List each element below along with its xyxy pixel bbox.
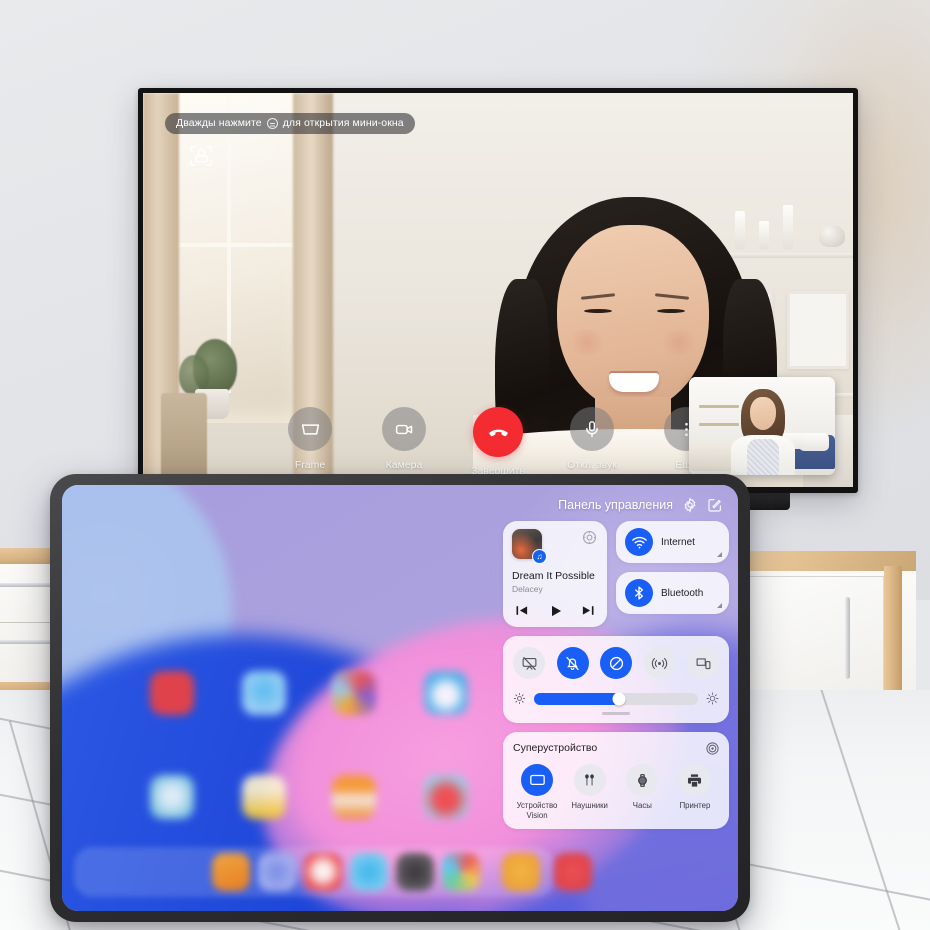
- device-vision[interactable]: Устройство Vision: [513, 764, 561, 820]
- tooltip-text-before: Дважды нажмите: [176, 117, 262, 129]
- next-track-button[interactable]: [581, 603, 596, 618]
- device-label: Часы: [632, 801, 652, 810]
- scan-devices-icon[interactable]: [705, 741, 720, 756]
- track-title: Dream It Possible: [512, 570, 595, 582]
- microphone-icon[interactable]: [570, 407, 614, 451]
- control-panel-top-row: ♫ Dream It Possible Delacey Internet Blu…: [503, 521, 729, 627]
- call-control-label: Frame: [294, 459, 326, 471]
- device-label: Устройство Vision: [516, 801, 558, 820]
- cast-icon[interactable]: [581, 529, 598, 546]
- device-earbuds[interactable]: Наушники: [566, 764, 614, 820]
- screen-cast-off-icon[interactable]: [513, 647, 545, 679]
- printer-icon: [678, 764, 711, 796]
- picture-in-picture-preview[interactable]: [689, 377, 835, 475]
- quick-settings-card: [503, 636, 729, 723]
- hotspot-icon[interactable]: [643, 647, 676, 679]
- expand-corner-icon[interactable]: [717, 603, 722, 608]
- track-artist: Delacey: [512, 584, 543, 594]
- device-label: Наушники: [571, 801, 608, 810]
- app-icon-health[interactable]: [424, 775, 468, 819]
- internet-toggle[interactable]: Internet: [616, 521, 729, 563]
- control-panel: Панель управления ♫ Dream It Possible De…: [503, 493, 729, 830]
- panel-drag-handle[interactable]: [602, 712, 630, 715]
- call-control-label: Камера: [385, 459, 423, 471]
- wifi-icon: [625, 528, 653, 556]
- remote-button-icon: [266, 117, 278, 129]
- tv-screen: Дважды нажмите для открытия мини-окна Fr…: [143, 93, 853, 487]
- music-player-card[interactable]: ♫ Dream It Possible Delacey: [503, 521, 607, 627]
- multi-screen-icon[interactable]: [687, 647, 719, 679]
- super-device-list: Устройство Vision Наушники Часы Принтер: [513, 764, 719, 820]
- sun-high-icon: [706, 692, 719, 705]
- call-control-mute[interactable]: Откл. звук: [558, 407, 626, 471]
- camera-icon[interactable]: [382, 407, 426, 451]
- call-control-end[interactable]: Завершить: [464, 407, 532, 477]
- tablet-screen: Панель управления ♫ Dream It Possible De…: [62, 485, 738, 911]
- bluetooth-toggle-label: Bluetooth: [661, 587, 704, 599]
- page-title: Панель управления: [558, 498, 673, 512]
- sun-low-icon: [513, 692, 526, 705]
- app-icon-multicolor[interactable]: [332, 671, 376, 715]
- super-device-title: Суперустройство: [513, 742, 598, 754]
- dock-icon-gallery[interactable]: [442, 853, 480, 891]
- connectivity-toggles: Internet Bluetooth: [616, 521, 729, 627]
- control-panel-header: Панель управления: [503, 493, 729, 521]
- call-control-label: Откл. звук: [567, 459, 617, 471]
- display-icon: [521, 764, 553, 796]
- play-button[interactable]: [548, 603, 563, 618]
- gear-icon[interactable]: [682, 497, 698, 513]
- brightness-row: [513, 692, 719, 705]
- app-icon-yellow[interactable]: [242, 775, 286, 819]
- dock-icon-red[interactable]: [304, 853, 342, 891]
- earbuds-icon: [573, 764, 606, 796]
- mini-window-tooltip: Дважды нажмите для открытия мини-окна: [165, 113, 415, 134]
- quick-toggle-row: [513, 647, 719, 679]
- call-control-frame[interactable]: Frame: [276, 407, 344, 471]
- tooltip-text-after: для открытия мини-окна: [282, 117, 404, 129]
- device-printer[interactable]: Принтер: [671, 764, 719, 820]
- app-icon-cloud[interactable]: [424, 671, 468, 715]
- dock-icon-amber[interactable]: [502, 853, 540, 891]
- tablet-device: Панель управления ♫ Dream It Possible De…: [50, 474, 750, 922]
- brightness-slider[interactable]: [534, 692, 698, 705]
- app-icon-teal[interactable]: [150, 775, 194, 819]
- room-scene: Дважды нажмите для открытия мини-окна Fr…: [0, 0, 930, 930]
- frame-capture-icon[interactable]: [188, 143, 214, 169]
- device-watch[interactable]: Часы: [618, 764, 666, 820]
- dock-icon-dark[interactable]: [396, 853, 434, 891]
- dock-icon-orange-play[interactable]: [212, 853, 250, 891]
- device-label: Принтер: [679, 801, 711, 810]
- edit-pencil-icon[interactable]: [707, 497, 723, 513]
- expand-corner-icon[interactable]: [717, 552, 722, 557]
- dock-icon-crimson[interactable]: [554, 853, 592, 891]
- bluetooth-icon: [625, 579, 653, 607]
- bell-mute-icon[interactable]: [556, 647, 589, 679]
- dock-icon-cyan[interactable]: [350, 853, 388, 891]
- frame-icon[interactable]: [288, 407, 332, 451]
- music-note-icon: ♫: [532, 549, 547, 564]
- previous-track-button[interactable]: [514, 603, 529, 618]
- watch-icon: [626, 764, 659, 796]
- bluetooth-toggle[interactable]: Bluetooth: [616, 572, 729, 614]
- do-not-disturb-icon[interactable]: [600, 647, 632, 679]
- internet-toggle-label: Internet: [661, 536, 695, 548]
- app-icon-blue-light[interactable]: [242, 671, 286, 715]
- app-icon-red[interactable]: [150, 671, 194, 715]
- album-art: ♫: [512, 529, 547, 564]
- call-control-camera[interactable]: Камера: [370, 407, 438, 471]
- television: Дважды нажмите для открытия мини-окна Fr…: [138, 88, 858, 493]
- end-call-icon[interactable]: [473, 407, 523, 457]
- app-icon-orange[interactable]: [332, 775, 376, 819]
- super-device-card: Суперустройство Устройство Vision Наушни…: [503, 732, 729, 830]
- dock-icon-periwinkle[interactable]: [258, 853, 296, 891]
